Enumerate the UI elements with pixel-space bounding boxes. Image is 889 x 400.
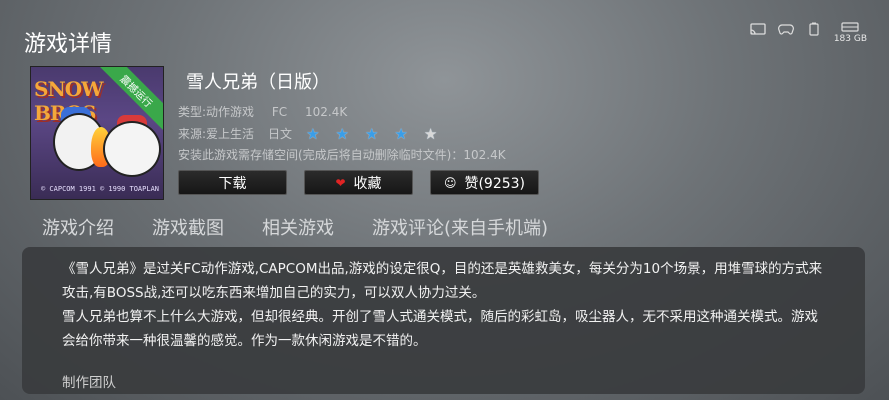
rating-stars: ★ ★ ★ ★ ★ — [306, 124, 451, 143]
favorite-button[interactable]: ❤ 收藏 — [304, 170, 413, 195]
tab-comments[interactable]: 游戏评论(来自手机端) — [372, 214, 548, 240]
smile-icon: ☺ — [443, 175, 457, 190]
page-title: 游戏详情 — [24, 32, 113, 57]
game-language: 日文 — [268, 127, 293, 141]
cover-copyright: © CAPCOM 1991 © 1990 TOAPLAN — [41, 185, 160, 193]
download-button[interactable]: 下载 — [178, 170, 287, 195]
game-source: 来源:爱上生活 — [178, 127, 255, 141]
battery-icon — [806, 22, 822, 36]
star-filled-icon: ★ — [306, 124, 320, 143]
tab-screenshots[interactable]: 游戏截图 — [152, 214, 224, 240]
cast-icon — [750, 22, 766, 36]
tab-intro[interactable]: 游戏介绍 — [42, 214, 114, 240]
like-label: 赞(9253) — [464, 175, 526, 192]
game-size: 102.4K — [304, 105, 348, 119]
status-bar: 183 GB — [750, 22, 867, 44]
favorite-label: 收藏 — [353, 175, 382, 192]
storage-indicator: 183 GB — [834, 22, 867, 44]
description-para-2: 雪人兄弟也算不上什么大游戏，但却很经典。开创了雪人式通关模式，随后的彩虹岛，吸尘… — [62, 309, 818, 349]
space-note: 安装此游戏需存储空间(完成后将自动删除临时文件)：102.4K — [178, 148, 506, 162]
description-panel[interactable]: 《雪人兄弟》是过关FC动作游戏,CAPCOM出品,游戏的设定很Q，目的还是英雄救… — [22, 247, 865, 394]
detail-tabs: 游戏介绍 游戏截图 相关游戏 游戏评论(来自手机端) — [42, 214, 548, 240]
star-filled-icon: ★ — [335, 124, 349, 143]
like-button[interactable]: ☺ 赞(9253) — [430, 170, 539, 195]
storage-icon — [841, 22, 860, 32]
star-empty-icon: ★ — [423, 124, 438, 143]
gamepad-icon — [777, 22, 794, 36]
star-filled-icon: ★ — [394, 124, 408, 143]
game-meta-source: 来源:爱上生活 日文 ★ ★ ★ ★ ★ — [178, 125, 465, 142]
tab-related[interactable]: 相关游戏 — [262, 214, 334, 240]
star-filled-icon: ★ — [364, 124, 379, 143]
heart-icon: ❤ — [335, 175, 346, 190]
storage-label: 183 GB — [833, 34, 867, 44]
game-cover: SNOW BROS © CAPCOM 1991 © 1990 TOAPLAN 震… — [30, 66, 164, 200]
download-label: 下载 — [218, 175, 247, 192]
game-title: 雪人兄弟（日版） — [186, 72, 330, 93]
game-platform: FC — [271, 105, 288, 119]
game-type: 类型:动作游戏 — [178, 105, 255, 119]
description-para-1: 《雪人兄弟》是过关FC动作游戏,CAPCOM出品,游戏的设定很Q，目的还是英雄救… — [62, 261, 823, 301]
game-meta-type: 类型:动作游戏 FC 102.4K — [178, 103, 361, 120]
credit-heading: 制作团队 — [62, 375, 116, 391]
